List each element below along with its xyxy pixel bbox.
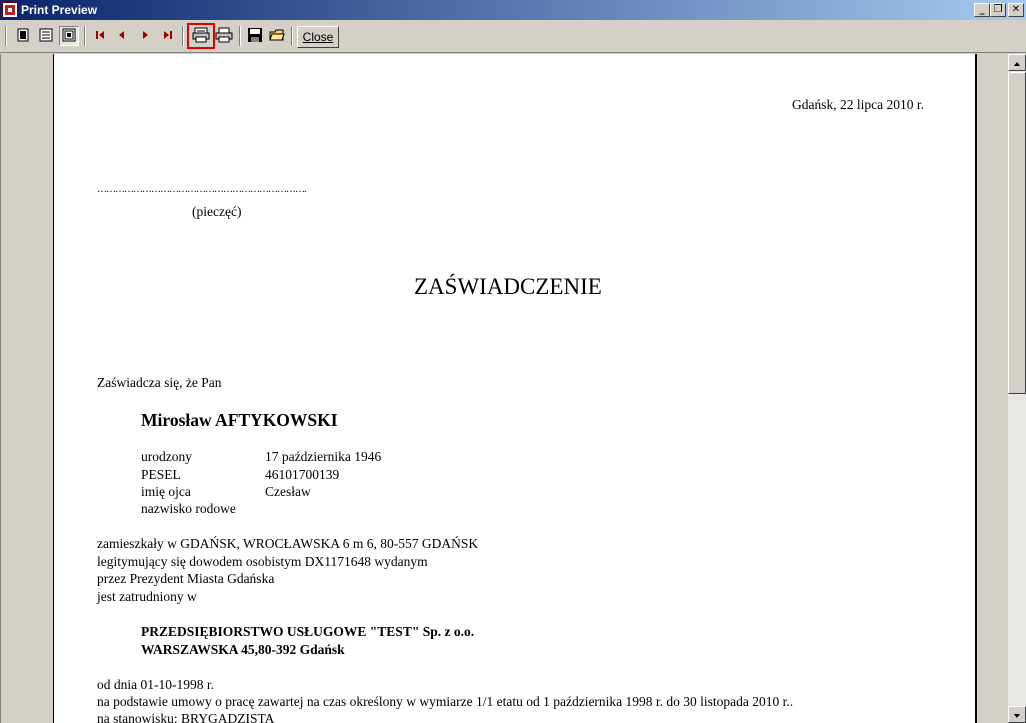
close-window-button[interactable]: ✕ [1008, 3, 1024, 17]
one-page-icon [15, 27, 31, 46]
person-name: Mirosław AFTYKOWSKI [141, 410, 338, 430]
field-value: Czesław [265, 484, 311, 499]
prev-page-icon [116, 29, 128, 44]
toolbar-separator [239, 26, 241, 46]
document-heading: ZAŚWIADCZENIE [414, 274, 602, 299]
zoom-page-button[interactable] [59, 26, 79, 46]
restore-button[interactable]: ❐ [990, 3, 1006, 17]
field-label: PESEL [141, 467, 181, 482]
preview-area[interactable]: Gdańsk, 22 lipca 2010 r. ………………………………………… [0, 54, 1008, 723]
print-setup-button[interactable] [187, 23, 215, 49]
close-button[interactable]: Close [297, 26, 339, 48]
field-value: 17 października 1946 [265, 449, 382, 464]
window-title: Print Preview [21, 3, 98, 17]
contract-line: na podstawie umowy o pracę zawartej na c… [97, 694, 794, 709]
seal-line: ……………………………………………………………. [97, 184, 306, 195]
next-page-icon [139, 29, 151, 44]
field-value: 46101700139 [265, 467, 340, 482]
toolbar-separator [182, 26, 184, 46]
multi-page-button[interactable] [36, 26, 56, 46]
print-button[interactable] [214, 26, 234, 46]
company-address: WARSZAWSKA 45,80-392 Gdańsk [141, 642, 345, 657]
arrow-down-icon [1013, 708, 1021, 722]
since-line: od dnia 01-10-1998 r. [97, 677, 214, 692]
address-line: zamieszkały w GDAŃSK, WROCŁAWSKA 6 m 6, … [97, 536, 479, 551]
one-page-button[interactable] [13, 26, 33, 46]
multi-page-icon [38, 27, 54, 46]
position-line: na stanowisku: BRYGADZISTA [97, 711, 275, 723]
zoom-page-icon [61, 27, 77, 46]
field-label: urodzony [141, 449, 192, 464]
next-page-button[interactable] [135, 26, 155, 46]
prev-page-button[interactable] [112, 26, 132, 46]
first-page-icon [94, 29, 106, 44]
arrow-up-icon [1013, 56, 1021, 70]
issuer-line: przez Prezydent Miasta Gdańska [97, 571, 275, 586]
scrollbar-thumb[interactable] [1008, 72, 1026, 394]
open-button[interactable] [267, 26, 287, 46]
vertical-scrollbar[interactable] [1008, 54, 1026, 723]
app-icon[interactable] [2, 2, 18, 18]
print-icon [215, 27, 233, 46]
seal-label: (pieczęć) [192, 204, 242, 219]
save-button[interactable] [245, 26, 265, 46]
field-label: imię ojca [141, 484, 191, 499]
minimize-button[interactable]: _ [974, 3, 990, 17]
last-page-icon [162, 29, 174, 44]
open-icon [269, 27, 285, 46]
save-icon [247, 27, 263, 46]
toolbar-separator [291, 26, 293, 46]
company-name: PRZEDSIĘBIORSTWO USŁUGOWE "TEST" Sp. z o… [141, 624, 475, 639]
first-page-button[interactable] [90, 26, 110, 46]
window-controls: _ ❐ ✕ [974, 3, 1024, 17]
id-line: legitymujący się dowodem osobistym DX117… [97, 554, 428, 569]
place-date: Gdańsk, 22 lipca 2010 r. [792, 97, 924, 112]
toolbar-grip [5, 26, 7, 46]
title-bar: Print Preview _ ❐ ✕ [0, 0, 1026, 20]
employed-line: jest zatrudniony w [97, 589, 197, 604]
toolbar-separator [84, 26, 86, 46]
field-label: nazwisko rodowe [141, 501, 236, 516]
close-button-label: Close [302, 30, 334, 44]
scroll-up-button[interactable] [1008, 54, 1026, 71]
document-page: Gdańsk, 22 lipca 2010 r. ………………………………………… [53, 54, 977, 723]
scroll-down-button[interactable] [1008, 706, 1026, 723]
toolbar: Close [0, 20, 1026, 53]
last-page-button[interactable] [158, 26, 178, 46]
intro-text: Zaświadcza się, że Pan [97, 375, 222, 390]
print-setup-icon [192, 27, 210, 46]
